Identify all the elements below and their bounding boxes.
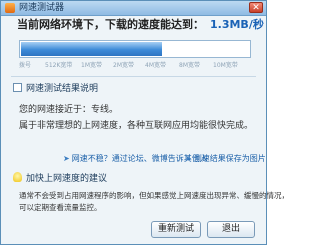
scale-tick: 1M宽带 bbox=[81, 62, 102, 69]
speed-scale: 拨号 512K宽带 1M宽带 2M宽带 4M宽带 8M宽带 10M宽带 bbox=[19, 60, 251, 72]
retest-button[interactable]: 重新测试 bbox=[151, 221, 201, 238]
speed-meter bbox=[19, 40, 251, 58]
advice-section-header: 加快上网速度的建议 bbox=[13, 172, 107, 184]
window-title: 网速测试器 bbox=[19, 3, 65, 13]
speed-test-window: 网速测试器 ✕ 当前网络环境下，下载的速度能达到： 1.3MB/秒 拨号 512K… bbox=[0, 0, 289, 245]
results-section-header: 网速测试结果说明 bbox=[13, 83, 98, 95]
results-header-text: 网速测试结果说明 bbox=[26, 84, 99, 94]
scale-tick: 512K宽带 bbox=[45, 62, 73, 69]
exit-button[interactable]: 退出 bbox=[207, 221, 255, 238]
scale-tick: 4M宽带 bbox=[145, 62, 166, 69]
close-button[interactable]: ✕ bbox=[249, 2, 263, 13]
result-text-line: 您的网速接近于：专线。 bbox=[19, 105, 119, 115]
scale-tick: 8M宽带 bbox=[179, 62, 200, 69]
scale-tick: 拨号 bbox=[19, 62, 32, 69]
arrow-right-icon: ➤ bbox=[185, 154, 192, 163]
speed-label: 当前网络环境下，下载的速度能达到： bbox=[17, 18, 204, 31]
arrow-right-icon: ➤ bbox=[63, 154, 70, 163]
scale-tick: 10M宽带 bbox=[213, 62, 238, 69]
result-text-line: 属于非常理想的上网速度，各种互联网应用均能很快完成。 bbox=[19, 121, 254, 131]
save-as-image-link[interactable]: ➤ 测速结果保存为图片 bbox=[185, 153, 266, 164]
divider bbox=[11, 76, 256, 77]
advice-text-line: 通常不会受到占用网速程序的影响，但如果感觉上网速度出现异常、缓慢的情况， bbox=[19, 191, 289, 200]
document-icon bbox=[13, 83, 22, 92]
speed-result: 当前网络环境下，下载的速度能达到： 1.3MB/秒 bbox=[17, 17, 264, 33]
speed-meter-fill bbox=[21, 42, 162, 56]
advice-header-text: 加快上网速度的建议 bbox=[26, 174, 108, 184]
scale-tick: 2M宽带 bbox=[113, 62, 134, 69]
app-icon bbox=[5, 3, 15, 13]
lightbulb-icon bbox=[13, 172, 22, 182]
advice-text-line: 可以定期查看流量监控。 bbox=[19, 203, 102, 212]
speed-value: 1.3MB/秒 bbox=[210, 18, 264, 31]
title-bar[interactable]: 网速测试器 ✕ bbox=[1, 1, 266, 16]
